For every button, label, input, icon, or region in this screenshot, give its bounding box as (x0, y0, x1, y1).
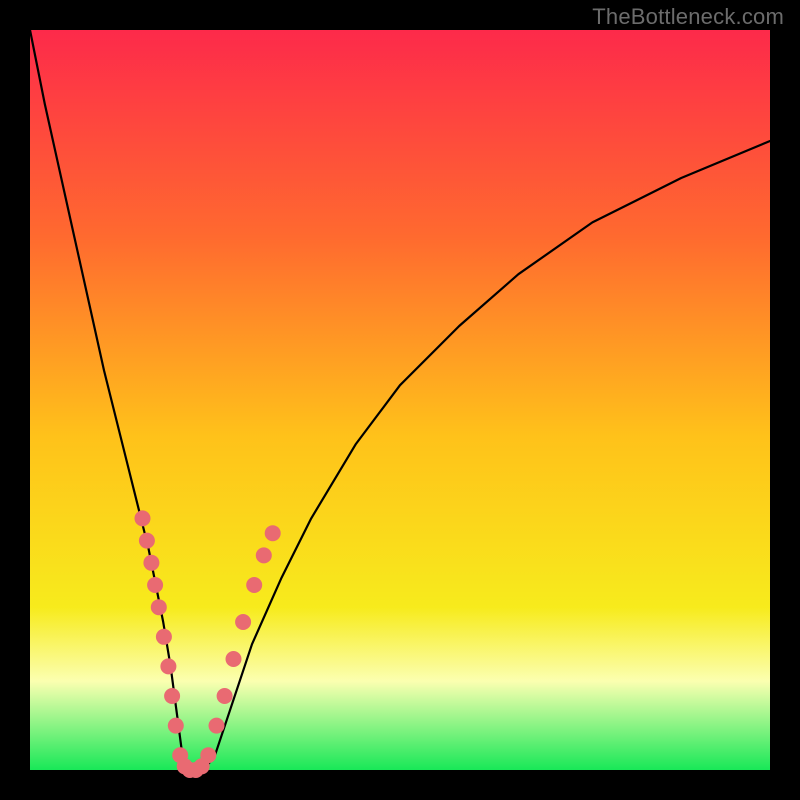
marker-dot (147, 577, 163, 593)
plot-area (30, 30, 770, 770)
marker-dot (168, 718, 184, 734)
bottleneck-curve (30, 30, 770, 770)
marker-dot (226, 651, 242, 667)
outer-frame: TheBottleneck.com (0, 0, 800, 800)
watermark-text: TheBottleneck.com (592, 4, 784, 30)
marker-dot (200, 747, 216, 763)
marker-dot (151, 599, 167, 615)
marker-dot (256, 547, 272, 563)
marker-dot (265, 525, 281, 541)
marker-dot (164, 688, 180, 704)
marker-dot (160, 658, 176, 674)
marker-dot (235, 614, 251, 630)
marker-dot (135, 510, 151, 526)
marker-dot (139, 533, 155, 549)
marker-dot (156, 629, 172, 645)
marker-dot (209, 718, 225, 734)
marker-dot (246, 577, 262, 593)
marker-dot (143, 555, 159, 571)
marker-group (135, 510, 281, 778)
marker-dot (217, 688, 233, 704)
chart-svg (30, 30, 770, 770)
